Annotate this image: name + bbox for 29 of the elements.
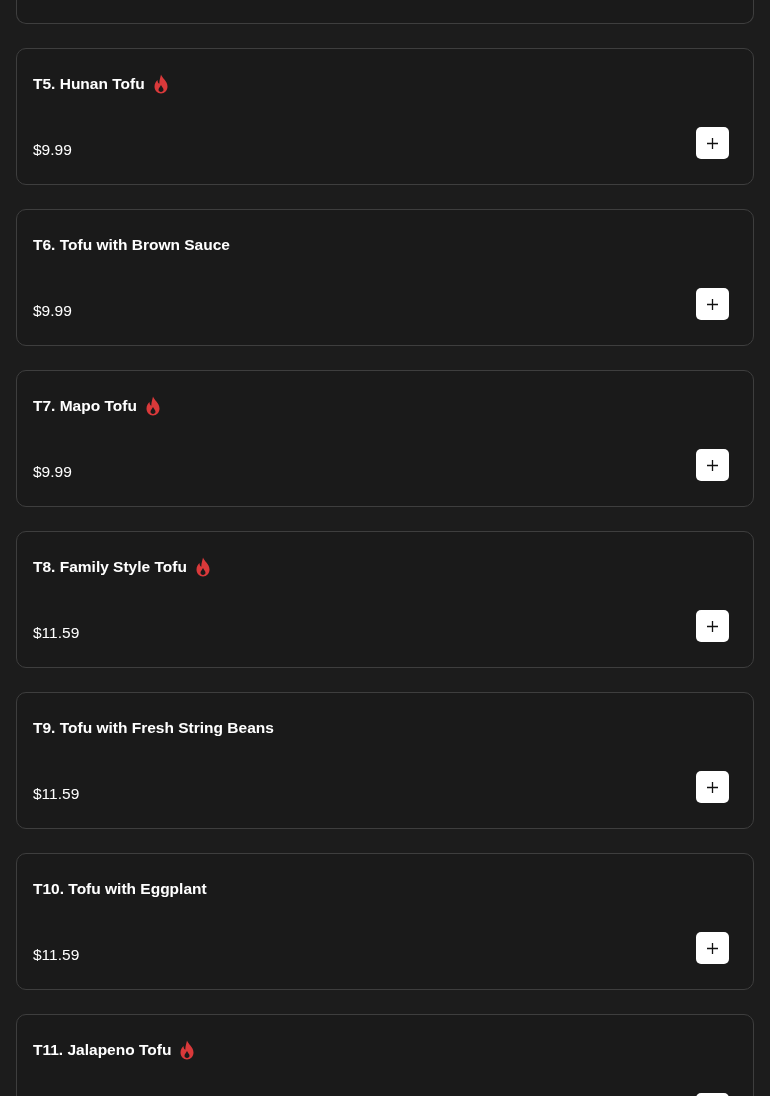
item-price: $9.99	[33, 141, 72, 159]
item-name: T9. Tofu with Fresh String Beans	[33, 719, 274, 737]
item-name: T10. Tofu with Eggplant	[33, 880, 207, 898]
item-name: T8. Family Style Tofu	[33, 558, 187, 576]
add-button[interactable]	[696, 771, 729, 803]
add-button[interactable]	[696, 127, 729, 159]
flame-icon	[144, 396, 161, 416]
add-button[interactable]	[696, 932, 729, 964]
item-price: $9.99	[33, 302, 72, 320]
item-name: T7. Mapo Tofu	[33, 397, 137, 415]
item-name: T11. Jalapeno Tofu	[33, 1041, 172, 1059]
item-price: $11.59	[33, 785, 80, 803]
plus-icon	[707, 298, 718, 310]
add-button[interactable]	[696, 288, 729, 320]
item-name: T6. Tofu with Brown Sauce	[33, 236, 230, 254]
plus-icon	[707, 781, 718, 793]
add-button[interactable]	[696, 610, 729, 642]
flame-icon	[179, 1040, 196, 1060]
item-name: T5. Hunan Tofu	[33, 75, 145, 93]
plus-icon	[707, 942, 718, 954]
flame-icon	[152, 74, 169, 94]
plus-icon	[707, 137, 718, 149]
plus-icon	[707, 620, 718, 632]
add-button[interactable]	[696, 449, 729, 481]
item-price: $9.99	[33, 463, 72, 481]
item-price: $11.59	[33, 624, 80, 642]
flame-icon	[194, 557, 211, 577]
plus-icon	[707, 459, 718, 471]
item-price: $11.59	[33, 946, 80, 964]
